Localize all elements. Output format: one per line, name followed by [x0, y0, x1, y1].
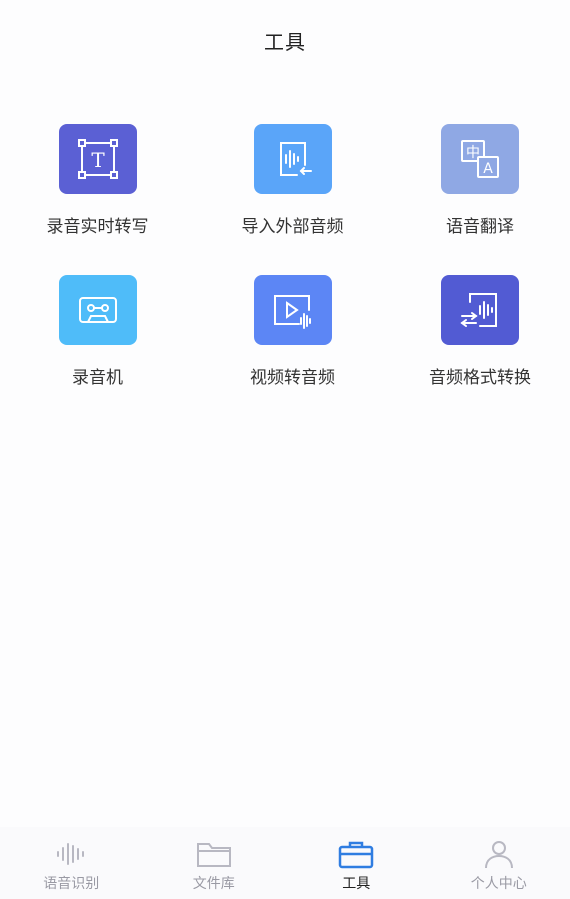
- tool-label: 录音机: [72, 368, 123, 388]
- tab-personal-center[interactable]: 个人中心: [428, 827, 570, 899]
- page-header: 工具: [0, 0, 570, 80]
- video-to-audio-icon: [273, 295, 311, 329]
- tab-label: 文件库: [192, 876, 235, 892]
- svg-text:T: T: [91, 148, 105, 172]
- tool-grid: T 录音实时转写 导入外部音频 中 A 语音翻译 录音机 视频转音频 音频格式转…: [0, 124, 570, 388]
- tab-tools[interactable]: 工具: [285, 827, 428, 899]
- tool-tile: [58, 275, 137, 345]
- svg-text:A: A: [483, 161, 493, 177]
- tool-label: 录音实时转写: [46, 217, 149, 237]
- person-icon: [484, 841, 513, 869]
- tool-label: 视频转音频: [250, 368, 335, 388]
- tool-realtime-transcribe[interactable]: T 录音实时转写: [0, 124, 195, 237]
- tool-tile: [253, 124, 332, 194]
- tool-recorder[interactable]: 录音机: [0, 275, 195, 388]
- tool-tile: 中 A: [441, 124, 519, 194]
- tab-file-library[interactable]: 文件库: [143, 827, 286, 899]
- tool-audio-format-convert[interactable]: 音频格式转换: [390, 275, 570, 388]
- tool-import-audio[interactable]: 导入外部音频: [195, 124, 390, 237]
- bottom-tab-bar: 语音识别 文件库 工具 个人中心: [0, 827, 570, 899]
- tool-tile: [441, 275, 519, 345]
- tool-label: 音频格式转换: [429, 368, 531, 388]
- translate-icon: 中 A: [461, 140, 499, 178]
- tab-label: 个人中心: [470, 876, 527, 892]
- tool-tile: [253, 275, 332, 345]
- tool-label: 导入外部音频: [241, 217, 344, 237]
- tab-label: 语音识别: [43, 876, 100, 892]
- toolbox-icon: [339, 841, 374, 869]
- tool-label: 语音翻译: [446, 217, 514, 237]
- folder-icon: [196, 843, 231, 867]
- tool-video-to-audio[interactable]: 视频转音频: [195, 275, 390, 388]
- tool-tile: T: [58, 124, 137, 194]
- page-title: 工具: [264, 29, 306, 54]
- waveform-icon: [57, 843, 85, 865]
- import-audio-icon: [279, 142, 312, 176]
- cassette-icon: [78, 297, 117, 323]
- audio-convert-icon: [460, 293, 497, 327]
- text-frame-icon: T: [77, 139, 118, 179]
- tab-label: 工具: [342, 876, 371, 892]
- tool-voice-translate[interactable]: 中 A 语音翻译: [390, 124, 570, 237]
- tab-speech-recognition[interactable]: 语音识别: [0, 827, 143, 899]
